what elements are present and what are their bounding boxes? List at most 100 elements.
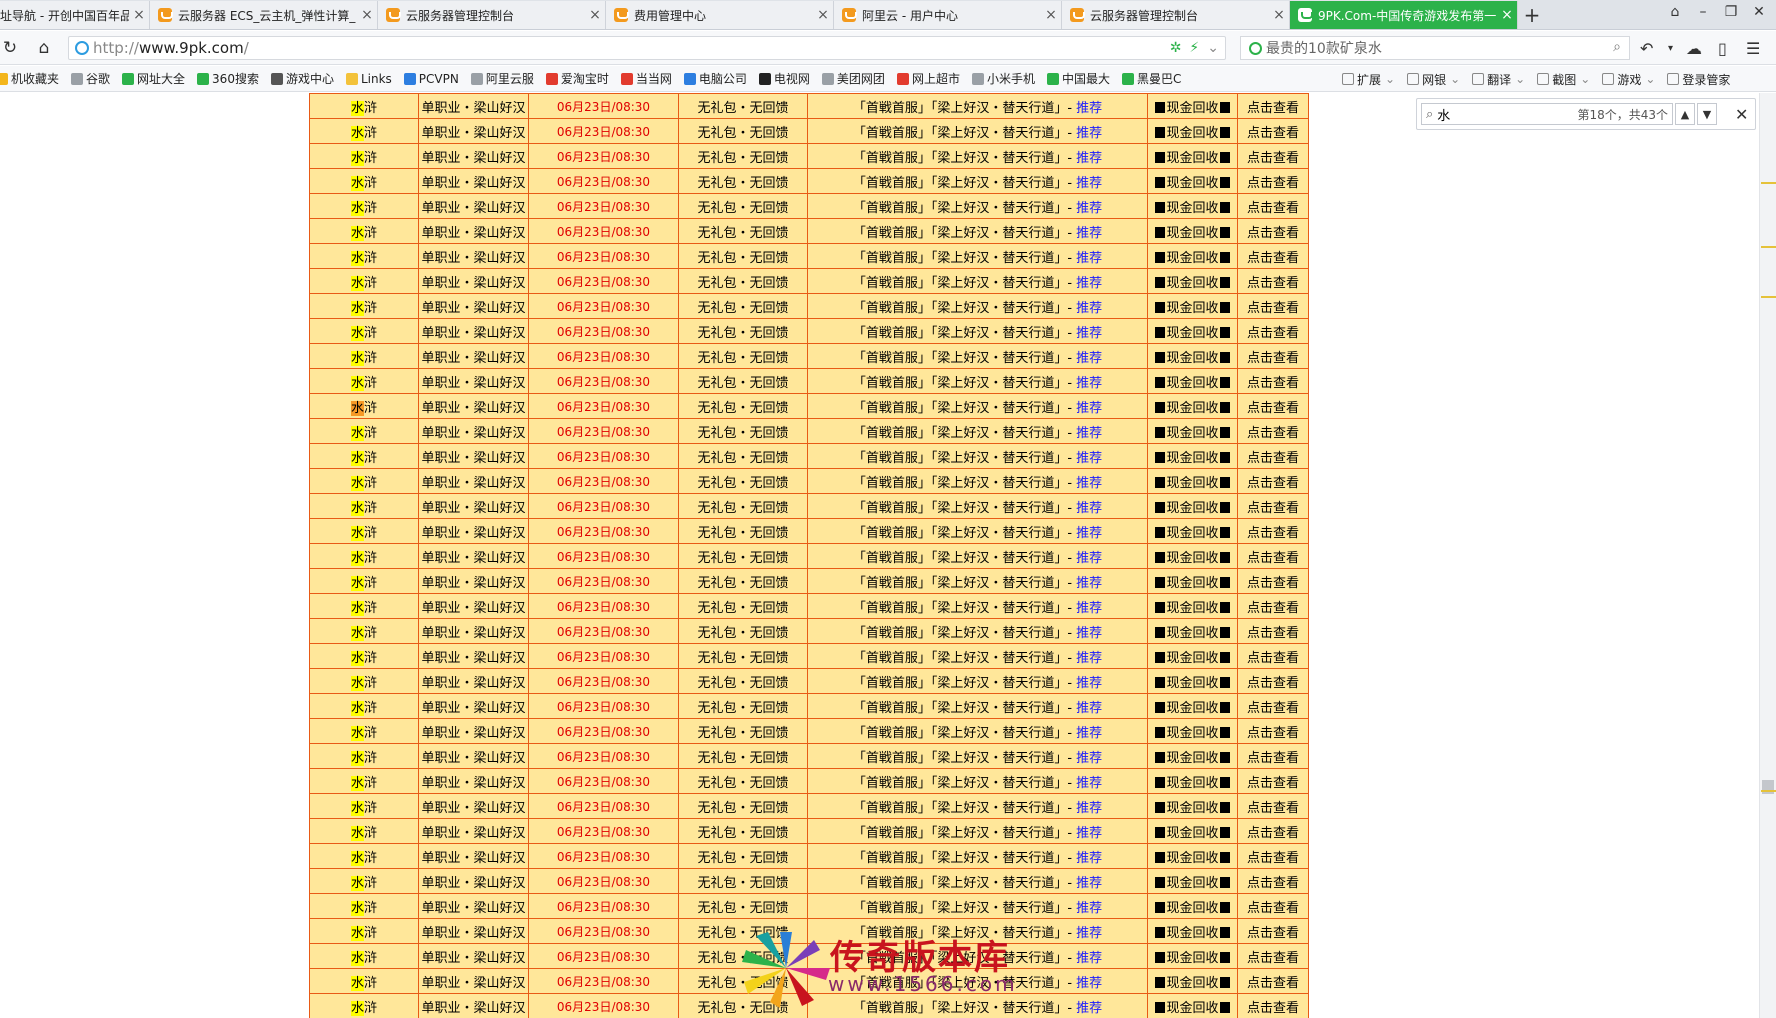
- recommend-link[interactable]: 推荐: [1076, 376, 1102, 391]
- find-next-button[interactable]: ▼: [1697, 103, 1717, 125]
- tab-close-icon[interactable]: ×: [129, 7, 149, 23]
- view-link[interactable]: 点击查看: [1237, 468, 1309, 494]
- browser-tab[interactable]: 址导航 - 开创中国百年品 ×: [0, 1, 150, 29]
- view-link[interactable]: 点击查看: [1237, 243, 1309, 269]
- recommend-link[interactable]: 推荐: [1076, 126, 1102, 141]
- home-icon[interactable]: ⌂: [34, 38, 54, 58]
- browser-tab[interactable]: 云服务器管理控制台 ×: [378, 1, 606, 29]
- view-link[interactable]: 点击查看: [1237, 843, 1309, 869]
- toolbar-menu-item[interactable]: 登录管家: [1667, 71, 1730, 88]
- recommend-link[interactable]: 推荐: [1076, 601, 1102, 616]
- toolbar-menu-item[interactable]: 网银 ⌄: [1407, 71, 1460, 88]
- bookmark-item[interactable]: 电脑公司: [683, 70, 747, 87]
- view-link[interactable]: 点击查看: [1237, 793, 1309, 819]
- bookmark-item[interactable]: 网上超市: [896, 70, 960, 87]
- tab-close-icon[interactable]: ×: [1041, 7, 1061, 23]
- recommend-link[interactable]: 推荐: [1076, 776, 1102, 791]
- view-link[interactable]: 点击查看: [1237, 143, 1309, 169]
- recommend-link[interactable]: 推荐: [1076, 201, 1102, 216]
- recommend-link[interactable]: 推荐: [1076, 951, 1102, 966]
- view-link[interactable]: 点击查看: [1237, 318, 1309, 344]
- menu-icon[interactable]: ☰: [1746, 39, 1760, 58]
- view-link[interactable]: 点击查看: [1237, 993, 1309, 1018]
- recommend-link[interactable]: 推荐: [1076, 676, 1102, 691]
- view-link[interactable]: 点击查看: [1237, 543, 1309, 569]
- recommend-link[interactable]: 推荐: [1076, 476, 1102, 491]
- refresh-icon[interactable]: ↻: [0, 38, 20, 58]
- view-link[interactable]: 点击查看: [1237, 518, 1309, 544]
- bookmark-item[interactable]: 当当网: [620, 70, 672, 87]
- restore-icon[interactable]: ❐: [1716, 4, 1746, 20]
- bookmark-item[interactable]: 网址大全: [122, 70, 185, 87]
- new-tab-button[interactable]: +: [1518, 1, 1546, 29]
- bookmark-item[interactable]: 爱淘宝时: [545, 70, 609, 87]
- view-link[interactable]: 点击查看: [1237, 568, 1309, 594]
- bookmark-item[interactable]: 阿里云服: [470, 70, 534, 87]
- recommend-link[interactable]: 推荐: [1076, 101, 1102, 116]
- view-link[interactable]: 点击查看: [1237, 93, 1309, 119]
- view-link[interactable]: 点击查看: [1237, 868, 1309, 894]
- recommend-link[interactable]: 推荐: [1076, 851, 1102, 866]
- recommend-link[interactable]: 推荐: [1076, 526, 1102, 541]
- view-link[interactable]: 点击查看: [1237, 418, 1309, 444]
- recommend-link[interactable]: 推荐: [1076, 876, 1102, 891]
- view-link[interactable]: 点击查看: [1237, 643, 1309, 669]
- vertical-scrollbar[interactable]: [1759, 93, 1776, 1018]
- view-link[interactable]: 点击查看: [1237, 218, 1309, 244]
- bookmark-item[interactable]: 中国最大: [1046, 70, 1110, 87]
- view-link[interactable]: 点击查看: [1237, 768, 1309, 794]
- close-window-icon[interactable]: ✕: [1744, 4, 1774, 20]
- bookmark-item[interactable]: PCVPN: [403, 72, 459, 86]
- tab-close-icon[interactable]: ×: [585, 7, 605, 23]
- recommend-link[interactable]: 推荐: [1076, 501, 1102, 516]
- browser-tab[interactable]: 阿里云 - 用户中心 ×: [834, 1, 1062, 29]
- chevron-down-icon[interactable]: ⌄: [1207, 40, 1219, 56]
- bookmark-item[interactable]: 黑曼巴C: [1121, 70, 1181, 87]
- view-link[interactable]: 点击查看: [1237, 818, 1309, 844]
- find-previous-button[interactable]: ▲: [1675, 103, 1695, 125]
- recommend-link[interactable]: 推荐: [1076, 426, 1102, 441]
- view-link[interactable]: 点击查看: [1237, 493, 1309, 519]
- bookmark-item[interactable]: 电视网: [758, 70, 810, 87]
- close-find-icon[interactable]: ✕: [1735, 105, 1748, 124]
- view-link[interactable]: 点击查看: [1237, 718, 1309, 744]
- view-link[interactable]: 点击查看: [1237, 168, 1309, 194]
- view-link[interactable]: 点击查看: [1237, 368, 1309, 394]
- view-link[interactable]: 点击查看: [1237, 193, 1309, 219]
- toolbar-menu-item[interactable]: 翻译 ⌄: [1472, 71, 1525, 88]
- bookmark-item[interactable]: 谷歌: [71, 70, 110, 87]
- minimize-icon[interactable]: –: [1688, 4, 1718, 20]
- recommend-link[interactable]: 推荐: [1076, 251, 1102, 266]
- recommend-link[interactable]: 推荐: [1076, 901, 1102, 916]
- recommend-link[interactable]: 推荐: [1076, 451, 1102, 466]
- speed-mode-icon[interactable]: ✲: [1170, 40, 1182, 56]
- recommend-link[interactable]: 推荐: [1076, 576, 1102, 591]
- search-icon[interactable]: ⌕: [1613, 39, 1621, 55]
- bookmark-item[interactable]: 游戏中心: [270, 70, 334, 87]
- tab-close-icon[interactable]: ×: [357, 7, 377, 23]
- view-link[interactable]: 点击查看: [1237, 343, 1309, 369]
- view-link[interactable]: 点击查看: [1237, 393, 1309, 419]
- bookmark-item[interactable]: 机收藏夹: [0, 70, 59, 87]
- lightning-icon[interactable]: ⚡: [1189, 40, 1199, 56]
- recommend-link[interactable]: 推荐: [1076, 401, 1102, 416]
- view-link[interactable]: 点击查看: [1237, 118, 1309, 144]
- view-link[interactable]: 点击查看: [1237, 618, 1309, 644]
- recommend-link[interactable]: 推荐: [1076, 626, 1102, 641]
- recommend-link[interactable]: 推荐: [1076, 751, 1102, 766]
- bookmark-item[interactable]: 360搜索: [197, 70, 259, 87]
- view-link[interactable]: 点击查看: [1237, 268, 1309, 294]
- view-link[interactable]: 点击查看: [1237, 668, 1309, 694]
- cloud-icon[interactable]: ☁: [1686, 39, 1702, 58]
- browser-tab[interactable]: 云服务器管理控制台 ×: [1062, 1, 1290, 29]
- tab-close-icon[interactable]: ×: [1269, 7, 1289, 23]
- bookmark-item[interactable]: Links: [345, 72, 392, 86]
- view-link[interactable]: 点击查看: [1237, 593, 1309, 619]
- recommend-link[interactable]: 推荐: [1076, 976, 1102, 991]
- browser-tab[interactable]: 云服务器 ECS_云主机_弹性计算_ ×: [150, 1, 378, 29]
- recommend-link[interactable]: 推荐: [1076, 351, 1102, 366]
- view-link[interactable]: 点击查看: [1237, 918, 1309, 944]
- undo-icon[interactable]: ↶: [1640, 39, 1653, 58]
- toolbar-menu-item[interactable]: 游戏 ⌄: [1602, 71, 1655, 88]
- recommend-link[interactable]: 推荐: [1076, 1001, 1102, 1016]
